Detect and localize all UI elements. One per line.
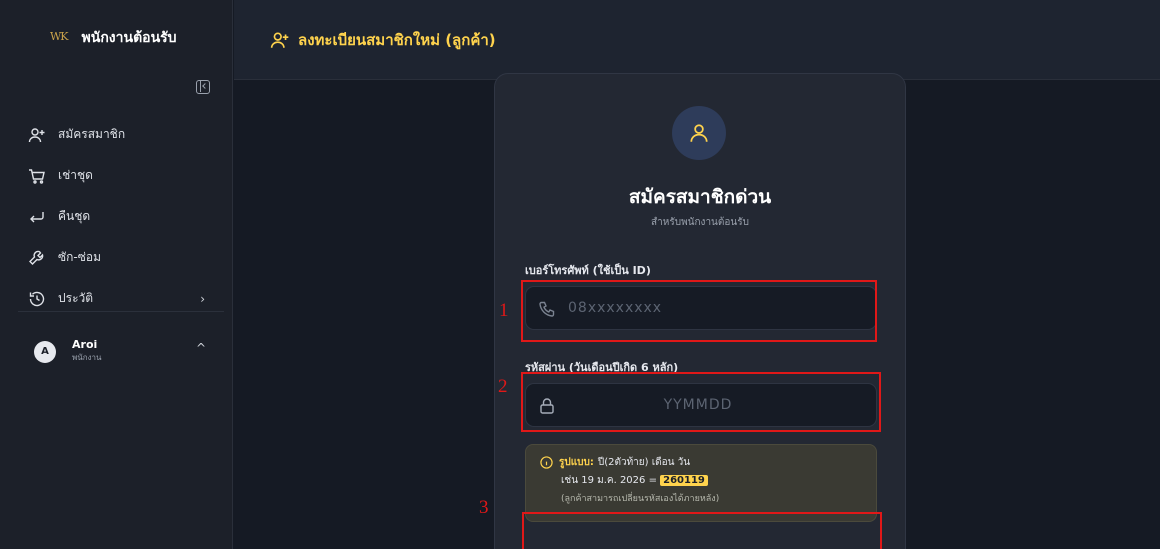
page-title-text: ลงทะเบียนสมาชิกใหม่ (ลูกค้า)	[298, 31, 496, 49]
user-role: พนักงาน	[72, 353, 102, 362]
sidebar: WK พนักงานต้อนรับ สมัครสมาชิก เช่าชุด คื…	[0, 0, 233, 549]
sidebar-item-register[interactable]: สมัครสมาชิก	[0, 114, 233, 155]
brand-title: พนักงานต้อนรับ	[81, 30, 177, 46]
user-profile[interactable]: A Aroi พนักงาน ^	[34, 339, 214, 364]
sidebar-item-label: คืนชุด	[58, 209, 91, 223]
wrench-icon	[28, 249, 46, 267]
sidebar-item-history[interactable]: ประวัติ ›	[0, 278, 233, 319]
user-icon	[672, 106, 726, 160]
annotation-box-3	[522, 512, 882, 549]
hint-example-value: 260119	[660, 475, 708, 486]
annotation-box-1	[521, 280, 877, 342]
sidebar-item-label: เช่าชุด	[58, 168, 93, 182]
annotation-number-3: 3	[479, 497, 489, 518]
sidebar-divider	[18, 311, 224, 312]
annotation-number-1: 1	[499, 300, 509, 321]
hint-format: ปี(2ตัวท้าย) เดือน วัน	[597, 457, 691, 468]
hint-example: เช่น 19 ม.ค. 2026 =	[561, 475, 657, 486]
card-title: สมัครสมาชิกด่วน	[628, 186, 772, 208]
user-name: Aroi	[72, 338, 98, 351]
hint-note: (ลูกค้าสามารถเปลี่ยนรหัสเองได้ภายหลัง)	[561, 494, 720, 504]
card-subtitle: สำหรับพนักงานต้อนรับ	[651, 217, 749, 228]
return-icon	[28, 208, 46, 226]
cart-icon	[28, 167, 46, 185]
brand-logo: WK	[50, 30, 69, 43]
brand[interactable]: WK พนักงานต้อนรับ	[0, 0, 232, 80]
sidebar-nav: สมัครสมาชิก เช่าชุด คืนชุด ซัก-ซ่อม ประว…	[0, 114, 233, 319]
sidebar-item-label: สมัครสมาชิก	[58, 127, 126, 141]
top-bar: ลงทะเบียนสมาชิกใหม่ (ลูกค้า)	[234, 0, 1160, 80]
user-plus-icon	[270, 32, 289, 48]
chevron-right-icon: ›	[200, 291, 205, 306]
info-icon	[540, 456, 553, 469]
sidebar-item-laundry[interactable]: ซัก-ซ่อม	[0, 237, 233, 278]
history-icon	[28, 290, 46, 308]
hint-label: รูปแบบ:	[559, 457, 594, 468]
sidebar-collapse-icon[interactable]	[196, 80, 210, 94]
sidebar-item-label: ซัก-ซ่อม	[58, 250, 102, 264]
page-title: ลงทะเบียนสมาชิกใหม่ (ลูกค้า)	[270, 28, 496, 52]
format-hint: รูปแบบ: ปี(2ตัวท้าย) เดือน วัน เช่น 19 ม…	[525, 444, 877, 522]
annotation-number-2: 2	[498, 376, 508, 397]
sidebar-item-return[interactable]: คืนชุด	[0, 196, 233, 237]
avatar: A	[34, 340, 56, 363]
sidebar-item-label: ประวัติ	[58, 291, 94, 305]
sidebar-item-rent[interactable]: เช่าชุด	[0, 155, 233, 196]
phone-label: เบอร์โทรศัพท์ (ใช้เป็น ID)	[525, 264, 651, 277]
annotation-box-2	[521, 372, 881, 432]
user-plus-icon	[28, 126, 46, 144]
chevron-up-icon[interactable]: ^	[196, 341, 206, 355]
